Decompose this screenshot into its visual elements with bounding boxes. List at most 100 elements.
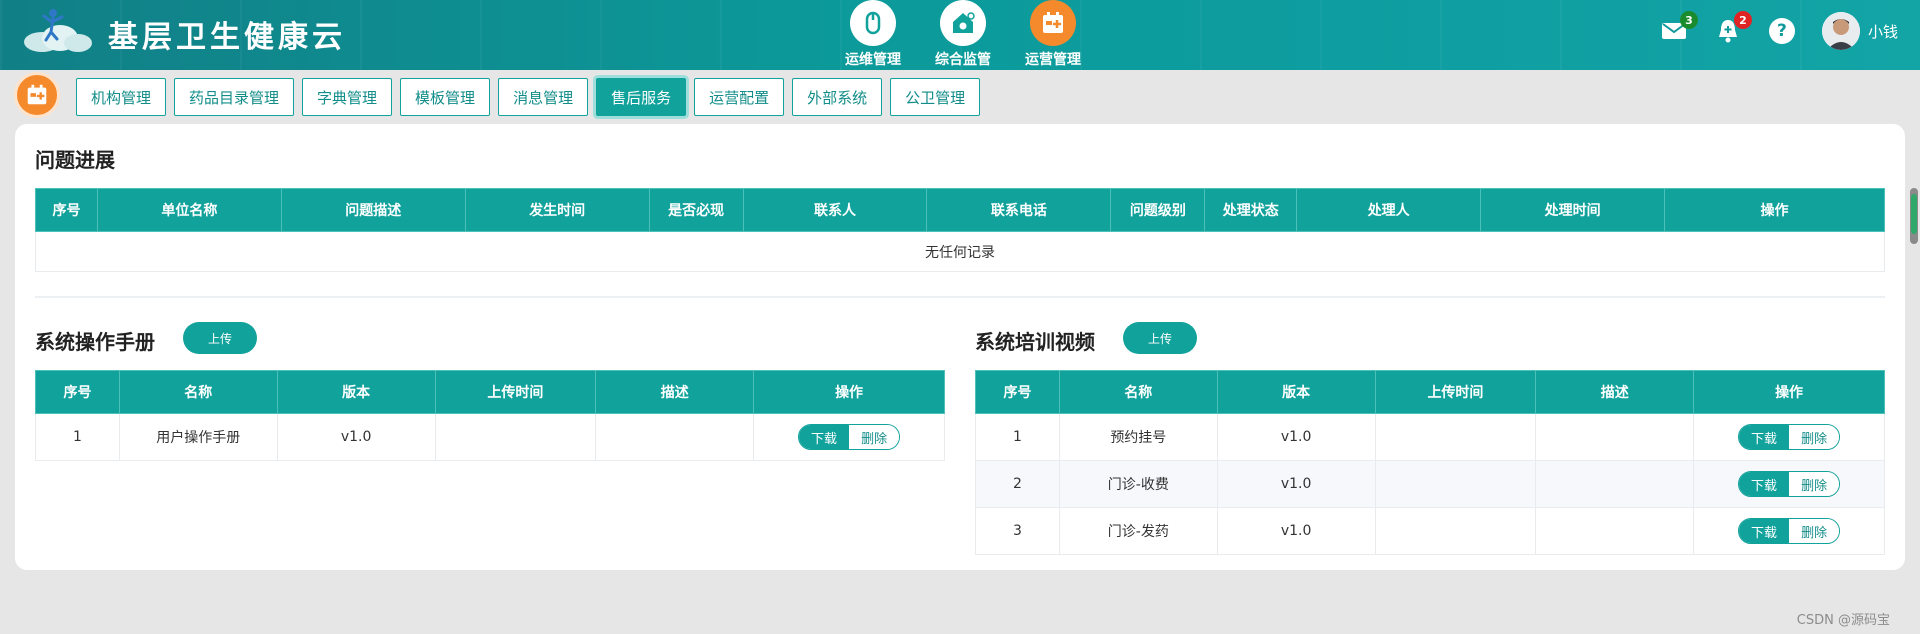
- topnav-label: 运维管理: [845, 52, 901, 68]
- user-name: 小钱: [1867, 22, 1898, 41]
- manual-table: 序号 名称 版本 上传时间 描述 操作 1 用户操作手册 v1.0 下载 删除: [35, 370, 945, 461]
- cell-version: v1.0: [1216, 507, 1376, 555]
- action-group: 下载 删除: [1738, 424, 1841, 450]
- column-header: 问题级别: [1110, 188, 1206, 232]
- table-row: 2 门诊-收费 v1.0 下载 删除: [975, 460, 1885, 508]
- topnav-label: 综合监管: [935, 52, 991, 68]
- cell-desc: [1535, 413, 1695, 461]
- table-header-row: 序号 单位名称 问题描述 发生时间 是否必现 联系人 联系电话 问题级别 处理状态 处理人 处理时间…: [35, 188, 1885, 232]
- subnav-tab[interactable]: 字典管理: [302, 78, 393, 116]
- cell-name: 门诊-收费: [1058, 460, 1218, 508]
- header-tools: 3 2 ? 小钱: [1660, 11, 1898, 50]
- delete-button[interactable]: 删除: [849, 425, 900, 449]
- app-title: 基层卫生健康云: [108, 20, 346, 55]
- logo: [22, 6, 94, 52]
- column-header: 序号: [35, 370, 120, 414]
- column-header: 上传时间: [434, 370, 597, 414]
- empty-text: 无任何记录: [35, 231, 1885, 272]
- subnav-tab[interactable]: 药品目录管理: [174, 78, 295, 116]
- notification-button[interactable]: 2: [1714, 11, 1752, 45]
- table-row: 3 门诊-发药 v1.0 下载 删除: [975, 507, 1885, 555]
- page-scrollbar[interactable]: [1910, 188, 1918, 244]
- section-divider: [35, 296, 1885, 298]
- subnav-tab[interactable]: 公卫管理: [890, 78, 981, 116]
- column-header: 描述: [595, 370, 755, 414]
- column-header: 操作: [1693, 370, 1885, 414]
- topnav-operations[interactable]: 运营管理: [1020, 0, 1086, 69]
- table-row: 1 预约挂号 v1.0 下载 删除: [975, 413, 1885, 461]
- cell-time: [434, 413, 597, 461]
- subnav-tab[interactable]: 外部系统: [792, 78, 883, 116]
- cell-actions: 下载 删除: [1693, 460, 1885, 508]
- user-menu[interactable]: 小钱: [1821, 12, 1898, 50]
- progress-title: 问题进展: [35, 148, 115, 172]
- download-button[interactable]: 下载: [799, 425, 850, 449]
- column-header: 联系人: [742, 188, 928, 232]
- column-header: 版本: [276, 370, 436, 414]
- table-row: 1 用户操作手册 v1.0 下载 删除: [35, 413, 945, 461]
- column-header: 处理人: [1296, 188, 1482, 232]
- cell-version: v1.0: [1216, 413, 1376, 461]
- help-button[interactable]: ?: [1768, 17, 1796, 45]
- table-header-row: 序号 名称 版本 上传时间 描述 操作: [35, 370, 945, 414]
- table-header-row: 序号 名称 版本 上传时间 描述 操作: [975, 370, 1885, 414]
- cell-name: 用户操作手册: [118, 413, 278, 461]
- cell-name: 门诊-发药: [1058, 507, 1218, 555]
- video-table: 序号 名称 版本 上传时间 描述 操作 1 预约挂号 v1.0 下载 删除 2 门诊-收费 v1.0 下载…: [975, 370, 1885, 555]
- cell-actions: 下载 删除: [1693, 507, 1885, 555]
- notification-badge: 2: [1733, 11, 1752, 29]
- cell-desc: [595, 413, 755, 461]
- column-header: 版本: [1216, 370, 1376, 414]
- topnav-supervision[interactable]: 综合监管: [930, 0, 996, 69]
- column-header: 是否必现: [648, 188, 744, 232]
- topnav-ops-maintenance[interactable]: 运维管理: [840, 0, 906, 69]
- manual-upload-button[interactable]: 上传: [183, 322, 257, 354]
- sub-nav: 机构管理 药品目录管理 字典管理 模板管理 消息管理 售后服务 运营配置 外部系统 公卫管理: [0, 70, 1920, 122]
- subnav-tabs: 机构管理 药品目录管理 字典管理 模板管理 消息管理 售后服务 运营配置 外部系统 公卫管理: [76, 78, 981, 116]
- mail-badge: 3: [1679, 11, 1698, 29]
- delete-button[interactable]: 删除: [1789, 519, 1840, 543]
- download-button[interactable]: 下载: [1739, 472, 1790, 496]
- cell-name: 预约挂号: [1058, 413, 1218, 461]
- column-header: 处理状态: [1204, 188, 1298, 232]
- house-search-icon: [940, 0, 986, 46]
- column-header: 处理时间: [1480, 188, 1666, 232]
- column-header: 操作: [753, 370, 945, 414]
- column-header: 上传时间: [1374, 370, 1537, 414]
- delete-button[interactable]: 删除: [1789, 472, 1840, 496]
- subnav-tab[interactable]: 运营配置: [694, 78, 785, 116]
- top-nav: 运维管理 综合监管 运营管理: [840, 0, 1086, 69]
- subnav-tab[interactable]: 消息管理: [498, 78, 589, 116]
- subnav-tab[interactable]: 售后服务: [596, 78, 687, 116]
- cell-no: 3: [975, 507, 1060, 555]
- calendar-plus-icon: [14, 72, 60, 118]
- cell-version: v1.0: [1216, 460, 1376, 508]
- subnav-tab[interactable]: 模板管理: [400, 78, 491, 116]
- mail-button[interactable]: 3: [1660, 11, 1698, 45]
- topnav-label: 运营管理: [1025, 52, 1081, 68]
- column-header: 联系电话: [926, 188, 1112, 232]
- column-header: 名称: [1058, 370, 1218, 414]
- cell-no: 2: [975, 460, 1060, 508]
- video-title: 系统培训视频: [975, 330, 1095, 354]
- column-header: 单位名称: [96, 188, 282, 232]
- download-button[interactable]: 下载: [1739, 519, 1790, 543]
- cell-actions: 下载 删除: [1693, 413, 1885, 461]
- avatar: [1821, 12, 1860, 50]
- delete-button[interactable]: 删除: [1789, 425, 1840, 449]
- calendar-plus-icon: [1030, 0, 1076, 46]
- column-header: 操作: [1664, 188, 1885, 232]
- content-card: 问题进展 序号 单位名称 问题描述 发生时间 是否必现 联系人 联系电话 问题级别 处理状态 处理…: [15, 124, 1905, 570]
- column-header: 序号: [35, 188, 98, 232]
- video-upload-button[interactable]: 上传: [1123, 322, 1197, 354]
- cell-actions: 下载 删除: [753, 413, 945, 461]
- scrollbar-thumb[interactable]: [1911, 194, 1917, 234]
- cell-no: 1: [35, 413, 120, 461]
- download-button[interactable]: 下载: [1739, 425, 1790, 449]
- cell-desc: [1535, 507, 1695, 555]
- column-header: 发生时间: [464, 188, 650, 232]
- action-group: 下载 删除: [1738, 518, 1841, 544]
- help-icon: ?: [1768, 18, 1795, 44]
- subnav-tab[interactable]: 机构管理: [76, 78, 167, 116]
- cell-desc: [1535, 460, 1695, 508]
